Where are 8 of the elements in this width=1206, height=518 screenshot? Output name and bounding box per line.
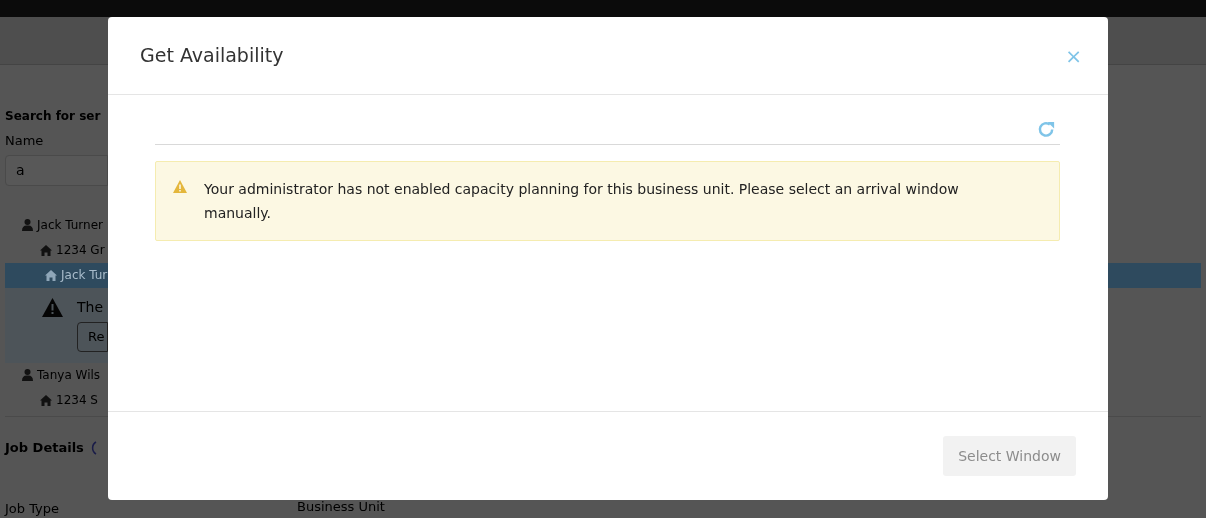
- warning-text: The: [77, 297, 104, 317]
- section-heading: Job Details: [5, 438, 84, 457]
- field-label: Name: [5, 132, 44, 150]
- section-heading: Search for ser: [5, 108, 101, 125]
- field-label: Business Unit: [297, 497, 385, 516]
- modal-title: Get Availability: [140, 43, 284, 69]
- field-label: Job Type: [5, 499, 61, 518]
- alert-message: Your administrator has not enabled capacity planning for this business unit. Please select an arrival window manually.: [204, 180, 960, 223]
